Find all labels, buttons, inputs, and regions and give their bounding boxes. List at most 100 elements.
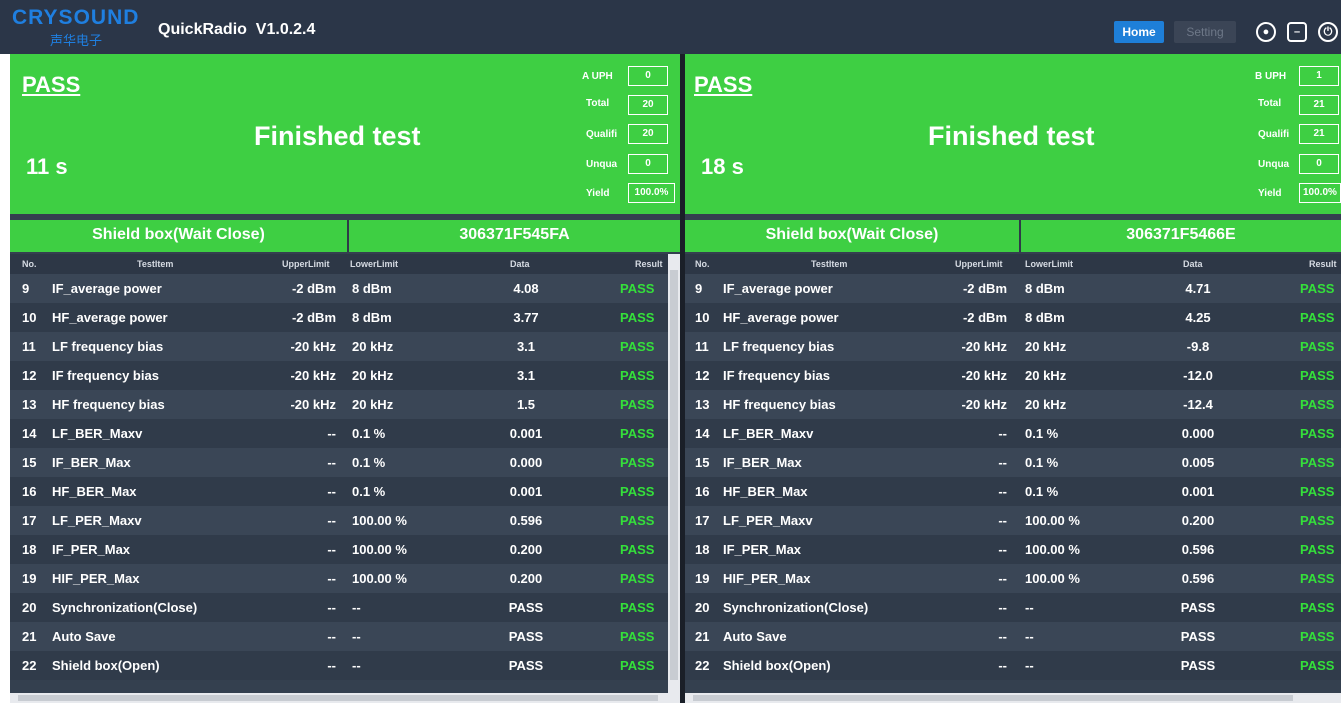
table-row[interactable]: 9 IF_average power -2 dBm 8 dBm 4.71 PASS xyxy=(685,274,1341,303)
title-bar: CRYSOUND 声华电子 QuickRadio V1.0.2.4 Home S… xyxy=(0,0,1341,54)
cell-testitem: LF frequency bias xyxy=(52,339,164,354)
cell-data: PASS xyxy=(508,629,544,644)
cell-data: 0.000 xyxy=(509,455,543,470)
cell-result: PASS xyxy=(620,455,655,470)
cell-lowerlimit: 20 kHz xyxy=(1025,397,1067,412)
cell-result: PASS xyxy=(1300,426,1335,441)
col-testitem: TestItem xyxy=(137,259,174,269)
col-upperlimit: UpperLimit xyxy=(282,259,330,269)
station-b-panel: PASS 18 s Finished test B UPH 1 Total 21… xyxy=(685,54,1341,703)
table-row[interactable]: 12 IF frequency bias -20 kHz 20 kHz -12.0 PAS… xyxy=(685,361,1341,390)
table-row[interactable]: 10 HF_average power -2 dBm 8 dBm 3.77 PASS xyxy=(10,303,680,332)
cell-testitem: IF_average power xyxy=(723,281,833,296)
table-row[interactable]: 14 LF_BER_Maxv -- 0.1 % 0.001 PASS xyxy=(10,419,680,448)
stat-label-total: Total xyxy=(586,98,610,109)
cell-data: 0.200 xyxy=(509,542,543,557)
col-result: Result xyxy=(1309,259,1337,269)
table-row[interactable]: 17 LF_PER_Maxv -- 100.00 % 0.596 PASS xyxy=(10,506,680,535)
table-row[interactable]: 18 IF_PER_Max -- 100.00 % 0.200 PASS xyxy=(10,535,680,564)
table-row[interactable]: 20 Synchronization(Close) -- -- PASS PASS xyxy=(685,593,1341,622)
table-row[interactable]: 11 LF frequency bias -20 kHz 20 kHz 3.1 PASS xyxy=(10,332,680,361)
cell-result: PASS xyxy=(1300,339,1335,354)
cell-testitem: IF_PER_Max xyxy=(52,542,131,557)
minimize-icon[interactable]: – xyxy=(1287,22,1307,42)
table-row[interactable]: 16 HF_BER_Max -- 0.1 % 0.001 PASS xyxy=(10,477,680,506)
table-row[interactable]: 9 IF_average power -2 dBm 8 dBm 4.08 PASS xyxy=(10,274,680,303)
cell-upperlimit: -- xyxy=(327,542,336,557)
cell-no: 10 xyxy=(695,310,710,325)
cell-no: 16 xyxy=(22,484,37,499)
info-bar: Shield box(Wait Close) 306371F5466E xyxy=(685,220,1341,252)
cell-lowerlimit: -- xyxy=(1025,629,1034,644)
stat-value-uph: 1 xyxy=(1299,66,1339,86)
cell-no: 12 xyxy=(22,368,37,383)
table-row[interactable]: 10 HF_average power -2 dBm 8 dBm 4.25 PASS xyxy=(685,303,1341,332)
cell-upperlimit: -- xyxy=(327,629,336,644)
hscrollbar-thumb[interactable] xyxy=(18,695,658,701)
cell-testitem: Synchronization(Close) xyxy=(52,600,198,615)
cell-upperlimit: -- xyxy=(327,513,336,528)
table-row[interactable]: 21 Auto Save -- -- PASS PASS xyxy=(10,622,680,651)
table-row[interactable]: 19 HIF_PER_Max -- 100.00 % 0.596 PASS xyxy=(685,564,1341,593)
cell-testitem: HIF_PER_Max xyxy=(723,571,811,586)
cell-lowerlimit: 20 kHz xyxy=(1025,339,1067,354)
table-row[interactable]: 18 IF_PER_Max -- 100.00 % 0.596 PASS xyxy=(685,535,1341,564)
col-data: Data xyxy=(510,259,530,269)
table-row[interactable]: 17 LF_PER_Maxv -- 100.00 % 0.200 PASS xyxy=(685,506,1341,535)
table-row[interactable]: 21 Auto Save -- -- PASS PASS xyxy=(685,622,1341,651)
horizontal-scrollbar[interactable] xyxy=(685,693,1341,703)
cell-data: 3.77 xyxy=(513,310,539,325)
cell-no: 15 xyxy=(695,455,710,470)
cell-data: -9.8 xyxy=(1186,339,1210,354)
power-icon[interactable]: ⏻ xyxy=(1318,22,1338,42)
cell-lowerlimit: -- xyxy=(1025,658,1034,673)
cell-upperlimit: -2 dBm xyxy=(962,281,1007,296)
cell-data: 0.000 xyxy=(1181,426,1215,441)
table-row[interactable]: 22 Shield box(Open) -- -- PASS PASS xyxy=(10,651,680,680)
scrollbar-thumb[interactable] xyxy=(670,270,678,680)
cell-no: 11 xyxy=(695,339,709,354)
cell-testitem: LF_BER_Maxv xyxy=(52,426,143,441)
table-row[interactable]: 13 HF frequency bias -20 kHz 20 kHz 1.5 PASS xyxy=(10,390,680,419)
table-row[interactable]: 13 HF frequency bias -20 kHz 20 kHz -12.4 PAS… xyxy=(685,390,1341,419)
vertical-scrollbar[interactable] xyxy=(668,254,680,703)
cell-lowerlimit: 0.1 % xyxy=(1025,426,1059,441)
cell-result: PASS xyxy=(1300,513,1335,528)
cell-result: PASS xyxy=(620,600,655,615)
table-row[interactable]: 12 IF frequency bias -20 kHz 20 kHz 3.1 PASS xyxy=(10,361,680,390)
table-row[interactable]: 22 Shield box(Open) -- -- PASS PASS xyxy=(685,651,1341,680)
cell-lowerlimit: 0.1 % xyxy=(352,455,386,470)
col-lowerlimit: LowerLimit xyxy=(350,259,399,269)
cell-data: 0.596 xyxy=(1181,542,1215,557)
cell-testitem: Shield box(Open) xyxy=(52,658,160,673)
table-row[interactable]: 15 IF_BER_Max -- 0.1 % 0.005 PASS xyxy=(685,448,1341,477)
setting-button[interactable]: Setting xyxy=(1174,21,1236,43)
home-button[interactable]: Home xyxy=(1114,21,1164,43)
cell-result: PASS xyxy=(620,310,655,325)
table-row[interactable]: 15 IF_BER_Max -- 0.1 % 0.000 PASS xyxy=(10,448,680,477)
cell-lowerlimit: 100.00 % xyxy=(352,571,407,586)
cell-testitem: HF_BER_Max xyxy=(52,484,137,499)
horizontal-scrollbar[interactable] xyxy=(10,693,668,703)
table-row[interactable]: 11 LF frequency bias -20 kHz 20 kHz -9.8 PASS xyxy=(685,332,1341,361)
cell-testitem: IF_BER_Max xyxy=(723,455,802,470)
cell-result: PASS xyxy=(620,542,655,557)
cell-upperlimit: -20 kHz xyxy=(290,368,336,383)
cell-no: 9 xyxy=(695,281,703,296)
table-row[interactable]: 20 Synchronization(Close) -- -- PASS PASS xyxy=(10,593,680,622)
hscrollbar-thumb[interactable] xyxy=(693,695,1293,701)
table-row[interactable]: 16 HF_BER_Max -- 0.1 % 0.001 PASS xyxy=(685,477,1341,506)
cell-data: 0.001 xyxy=(509,426,543,441)
cell-result: PASS xyxy=(1300,310,1335,325)
user-icon[interactable]: ● xyxy=(1256,22,1276,42)
cell-lowerlimit: -- xyxy=(1025,600,1034,615)
cell-no: 20 xyxy=(695,600,710,615)
cell-lowerlimit: -- xyxy=(352,658,361,673)
col-no: No. xyxy=(695,259,710,269)
cell-upperlimit: -- xyxy=(327,426,336,441)
table-row[interactable]: 14 LF_BER_Maxv -- 0.1 % 0.000 PASS xyxy=(685,419,1341,448)
cell-result: PASS xyxy=(620,571,655,586)
serial-number: 306371F5466E xyxy=(1126,226,1236,243)
table-row[interactable]: 19 HIF_PER_Max -- 100.00 % 0.200 PASS xyxy=(10,564,680,593)
shield-box-status: Shield box(Wait Close) xyxy=(765,226,939,243)
